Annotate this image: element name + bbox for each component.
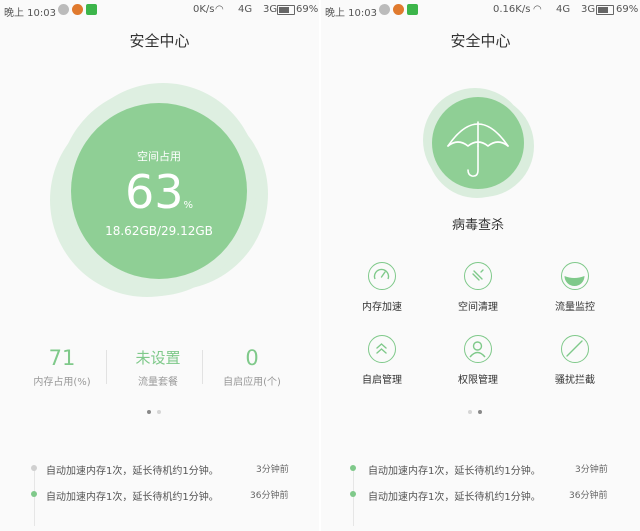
stat-divider bbox=[202, 350, 203, 384]
tool-label: 骚扰拦截 bbox=[555, 375, 595, 386]
tool-memory-boost[interactable]: 内存加速 bbox=[342, 262, 422, 313]
stat-autostart-value: 0 bbox=[245, 346, 259, 370]
log-item: 自动加速内存1次，延长待机约1分钟。 36分钟前 bbox=[350, 488, 610, 503]
stat-autostart[interactable]: 0 自启应用(个) bbox=[212, 346, 292, 388]
tool-data-monitor[interactable]: 流量监控 bbox=[535, 262, 615, 313]
log-dot bbox=[350, 465, 356, 471]
log-dot bbox=[31, 491, 37, 497]
data-monitor-icon bbox=[561, 262, 589, 290]
person-icon bbox=[464, 335, 492, 363]
tool-label: 自启管理 bbox=[362, 375, 402, 386]
log-item: 自动加速内存1次，延长待机约1分钟。 3分钟前 bbox=[31, 462, 291, 477]
block-icon bbox=[561, 335, 589, 363]
log-text: 自动加速内存1次，延长待机约1分钟。 bbox=[46, 466, 219, 477]
log-item: 自动加速内存1次，延长待机约1分钟。 36分钟前 bbox=[31, 488, 291, 503]
tool-harass-block[interactable]: 骚扰拦截 bbox=[535, 335, 615, 386]
speedometer-icon bbox=[368, 262, 396, 290]
tool-label: 空间清理 bbox=[458, 302, 498, 313]
stat-autostart-label: 自启应用(个) bbox=[223, 377, 281, 388]
log-dot bbox=[31, 465, 37, 471]
stat-data-plan-label: 流量套餐 bbox=[138, 377, 178, 388]
log-time: 3分钟前 bbox=[575, 465, 608, 475]
storage-percent-block: 63% bbox=[109, 166, 209, 218]
storage-label: 空间占用 bbox=[137, 150, 181, 163]
tool-autostart[interactable]: 自启管理 bbox=[342, 335, 422, 386]
tool-space-clean[interactable]: 空间清理 bbox=[438, 262, 518, 313]
page-dot bbox=[468, 410, 472, 414]
log-item: 自动加速内存1次，延长待机约1分钟。 3分钟前 bbox=[350, 462, 610, 477]
storage-usage: 18.62GB/29.12GB bbox=[105, 224, 213, 238]
storage-screen: 晚上 10:03 0K/s ◠ 4G 3G 69% 安全中心 空间占用 63% bbox=[0, 0, 319, 531]
stat-divider bbox=[106, 350, 107, 384]
stat-memory-value: 71 bbox=[48, 346, 76, 370]
page-dot bbox=[157, 410, 161, 414]
stat-memory[interactable]: 71 内存占用(%) bbox=[22, 346, 102, 388]
storage-percent-unit: % bbox=[183, 200, 194, 211]
tools-screen: 晚上 10:03 0.16K/s ◠ 4G 3G 69% 安全中心 病毒查杀 内… bbox=[321, 0, 640, 531]
log-text: 自动加速内存1次，延长待机约1分钟。 bbox=[368, 466, 541, 477]
log-time: 3分钟前 bbox=[256, 465, 289, 475]
log-time: 36分钟前 bbox=[250, 491, 289, 501]
tool-label: 权限管理 bbox=[458, 375, 498, 386]
broom-icon bbox=[464, 262, 492, 290]
log-text: 自动加速内存1次，延长待机约1分钟。 bbox=[46, 492, 219, 503]
stat-data-plan-value: 未设置 bbox=[135, 349, 181, 367]
virus-scan-label: 病毒查杀 bbox=[451, 218, 504, 233]
tool-permission[interactable]: 权限管理 bbox=[438, 335, 518, 386]
stat-data-plan[interactable]: 未设置 流量套餐 bbox=[118, 346, 198, 388]
page-indicator bbox=[468, 410, 488, 414]
tool-label: 内存加速 bbox=[362, 302, 402, 313]
storage-percent: 63 bbox=[124, 165, 184, 219]
page-indicator bbox=[147, 410, 167, 414]
storage-gauge[interactable] bbox=[0, 0, 319, 531]
tool-label: 流量监控 bbox=[555, 302, 595, 313]
page-dot-active bbox=[478, 410, 482, 414]
log-time: 36分钟前 bbox=[569, 491, 608, 501]
log-text: 自动加速内存1次，延长待机约1分钟。 bbox=[368, 492, 541, 503]
page-dot-active bbox=[147, 410, 151, 414]
log-dot bbox=[350, 491, 356, 497]
stat-memory-label: 内存占用(%) bbox=[33, 377, 91, 388]
double-chevron-up-icon bbox=[368, 335, 396, 363]
